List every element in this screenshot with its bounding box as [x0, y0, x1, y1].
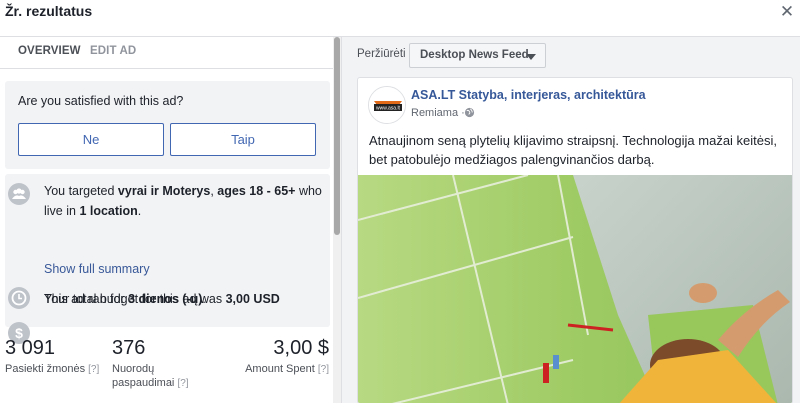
satisfaction-question: Are you satisfied with this ad?: [18, 94, 184, 108]
targeting-audience: vyrai ir Moterys: [117, 184, 211, 198]
satisfaction-card: Are you satisfied with this ad? Ne Taip: [5, 81, 330, 169]
placement-select-value: Desktop News Feed: [420, 49, 529, 61]
reach-label: Pasiekti žmonės [?]: [5, 363, 100, 375]
targeting-summary: You targeted vyrai ir Moterys, ages 18 -…: [44, 184, 322, 218]
logo-text: www.asa.lt: [376, 106, 401, 112]
show-full-summary-link[interactable]: Show full summary: [44, 262, 150, 276]
placement-select[interactable]: Desktop News Feed: [409, 43, 546, 68]
reach-value: 3 091: [5, 337, 56, 359]
caret-down-icon: [526, 54, 536, 60]
stats-row: 3 091 Pasiekti žmonės [?] 376 Nuorodų pa…: [0, 335, 333, 403]
targeting-locations: 1 location: [79, 204, 138, 218]
tab-edit-ad[interactable]: EDIT AD: [90, 45, 136, 57]
clicks-label: Nuorodų paspaudimai [?]: [112, 363, 189, 389]
tab-overview[interactable]: OVERVIEW: [18, 45, 81, 57]
spent-value: 3,00 $: [273, 337, 329, 359]
page-avatar[interactable]: www.asa.lt: [368, 86, 406, 124]
globe-icon: [464, 107, 475, 118]
results-pane: OVERVIEW EDIT AD Are you satisfied with …: [0, 36, 341, 403]
targeting-ages: ages 18 - 65+: [217, 184, 296, 198]
tab-bar: OVERVIEW EDIT AD: [0, 37, 333, 69]
preview-pane: Peržiūrėti Desktop News Feed www.asa.lt …: [341, 36, 800, 403]
clock-icon: [8, 287, 30, 309]
dialog-header: Žr. rezultatus ✕: [0, 0, 800, 27]
clicks-help-icon[interactable]: [?]: [177, 378, 188, 389]
results-dialog: Žr. rezultatus ✕ OVERVIEW EDIT AD Are yo…: [0, 0, 800, 403]
spent-label: Amount Spent [?]: [245, 363, 329, 375]
ad-post-preview: www.asa.lt ASA.LT Statyba, interjeras, a…: [357, 77, 793, 403]
preview-label: Peržiūrėti: [357, 48, 406, 60]
no-button[interactable]: Ne: [18, 123, 164, 156]
ad-budget: Your total budget for this ad was 3,00 U…: [44, 292, 280, 306]
clicks-value: 376: [112, 337, 146, 359]
post-image[interactable]: [358, 175, 793, 403]
post-text: Atnaujinom seną plytelių klijavimo strai…: [369, 133, 778, 167]
people-icon: [8, 183, 30, 205]
reach-help-icon[interactable]: [?]: [88, 364, 99, 375]
close-icon[interactable]: ✕: [778, 1, 796, 23]
scrollbar-thumb[interactable]: [334, 37, 340, 235]
spent-help-icon[interactable]: [?]: [318, 364, 329, 375]
yes-button[interactable]: Taip: [170, 123, 316, 156]
page-name-link[interactable]: ASA.LT Statyba, interjeras, architektūra: [411, 88, 646, 102]
sponsored-label: Remiama ·: [411, 107, 465, 119]
dialog-title: Žr. rezultatus: [5, 3, 93, 19]
scrollbar[interactable]: [333, 37, 341, 403]
